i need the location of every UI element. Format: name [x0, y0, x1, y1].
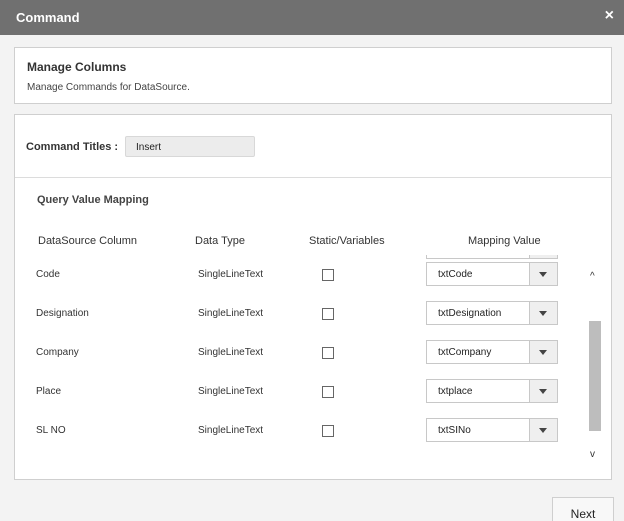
- manage-columns-panel: Manage Columns Manage Commands for DataS…: [14, 47, 612, 104]
- row-column-name: SL NO: [36, 425, 66, 436]
- table-row: Code SingleLineText txtCode: [15, 255, 585, 294]
- mapping-value-select[interactable]: txtSINo: [426, 418, 558, 442]
- mapping-value-select[interactable]: txtCode: [426, 262, 558, 286]
- mapping-value: txtCompany: [438, 347, 492, 358]
- dropdown-button[interactable]: [529, 341, 557, 363]
- static-variable-checkbox[interactable]: [322, 425, 334, 437]
- row-column-name: Company: [36, 347, 79, 358]
- row-data-type: SingleLineText: [198, 308, 264, 319]
- chevron-down-icon: [539, 350, 547, 355]
- row-data-type: SingleLineText: [198, 425, 264, 436]
- scrollbar-thumb[interactable]: [589, 321, 601, 431]
- static-variable-checkbox[interactable]: [322, 308, 334, 320]
- command-title-field[interactable]: Insert: [125, 136, 255, 157]
- static-variable-checkbox[interactable]: [322, 347, 334, 359]
- table-row: Company SingleLineText txtCompany: [15, 333, 585, 372]
- column-header-datatype: Data Type: [195, 235, 245, 247]
- next-button[interactable]: Next: [552, 497, 614, 521]
- mapping-table-viewport: Single Code SingleLineText txtCode Desig…: [15, 255, 585, 472]
- mapping-value-select[interactable]: txtDesignation: [426, 301, 558, 325]
- chevron-down-icon: [539, 311, 547, 316]
- table-row: Place SingleLineText txtplace: [15, 372, 585, 411]
- dropdown-button[interactable]: [529, 263, 557, 285]
- row-data-type: SingleLineText: [198, 347, 264, 358]
- column-header-static-variables: Static/Variables: [309, 235, 385, 247]
- vertical-scrollbar[interactable]: ^ v: [587, 264, 603, 469]
- column-header-datasource: DataSource Column: [38, 235, 138, 247]
- chevron-down-icon: [539, 389, 547, 394]
- divider: [15, 177, 611, 178]
- column-header-mapping-value: Mapping Value: [468, 235, 541, 247]
- row-column-name: Code: [36, 269, 60, 280]
- table-row: Designation SingleLineText txtDesignatio…: [15, 294, 585, 333]
- command-titles-label: Command Titles :: [26, 141, 119, 153]
- dropdown-button[interactable]: [529, 302, 557, 324]
- row-column-name: Designation: [36, 308, 89, 319]
- chevron-down-icon: [539, 272, 547, 277]
- chevron-up-icon[interactable]: ^: [590, 272, 595, 282]
- row-column-name: Place: [36, 386, 62, 397]
- dropdown-button[interactable]: [529, 380, 557, 402]
- mapping-value-select[interactable]: txtplace: [426, 379, 558, 403]
- command-dialog: Command × Manage Columns Manage Commands…: [0, 0, 624, 521]
- dialog-title: Command: [16, 10, 80, 25]
- table-row: SL NO SingleLineText txtSINo: [15, 411, 585, 450]
- query-value-mapping-heading: Query Value Mapping: [37, 194, 149, 206]
- mapping-value: txtSINo: [438, 425, 471, 436]
- dropdown-button[interactable]: [529, 419, 557, 441]
- mapping-value: txtCode: [438, 269, 473, 280]
- manage-columns-heading: Manage Columns: [27, 60, 127, 74]
- row-data-type: SingleLineText: [198, 269, 264, 280]
- close-icon[interactable]: ×: [605, 8, 614, 24]
- static-variable-checkbox[interactable]: [322, 269, 334, 281]
- static-variable-checkbox[interactable]: [322, 386, 334, 398]
- mapping-value-select[interactable]: txtCompany: [426, 340, 558, 364]
- mapping-value: txtDesignation: [438, 308, 502, 319]
- command-panel: Command Titles : Insert Query Value Mapp…: [14, 114, 612, 480]
- row-data-type: SingleLineText: [198, 386, 264, 397]
- chevron-down-icon[interactable]: v: [590, 450, 595, 460]
- dialog-titlebar: Command ×: [0, 0, 624, 35]
- mapping-value: txtplace: [438, 386, 473, 397]
- chevron-down-icon: [539, 428, 547, 433]
- manage-columns-description: Manage Commands for DataSource.: [27, 82, 190, 93]
